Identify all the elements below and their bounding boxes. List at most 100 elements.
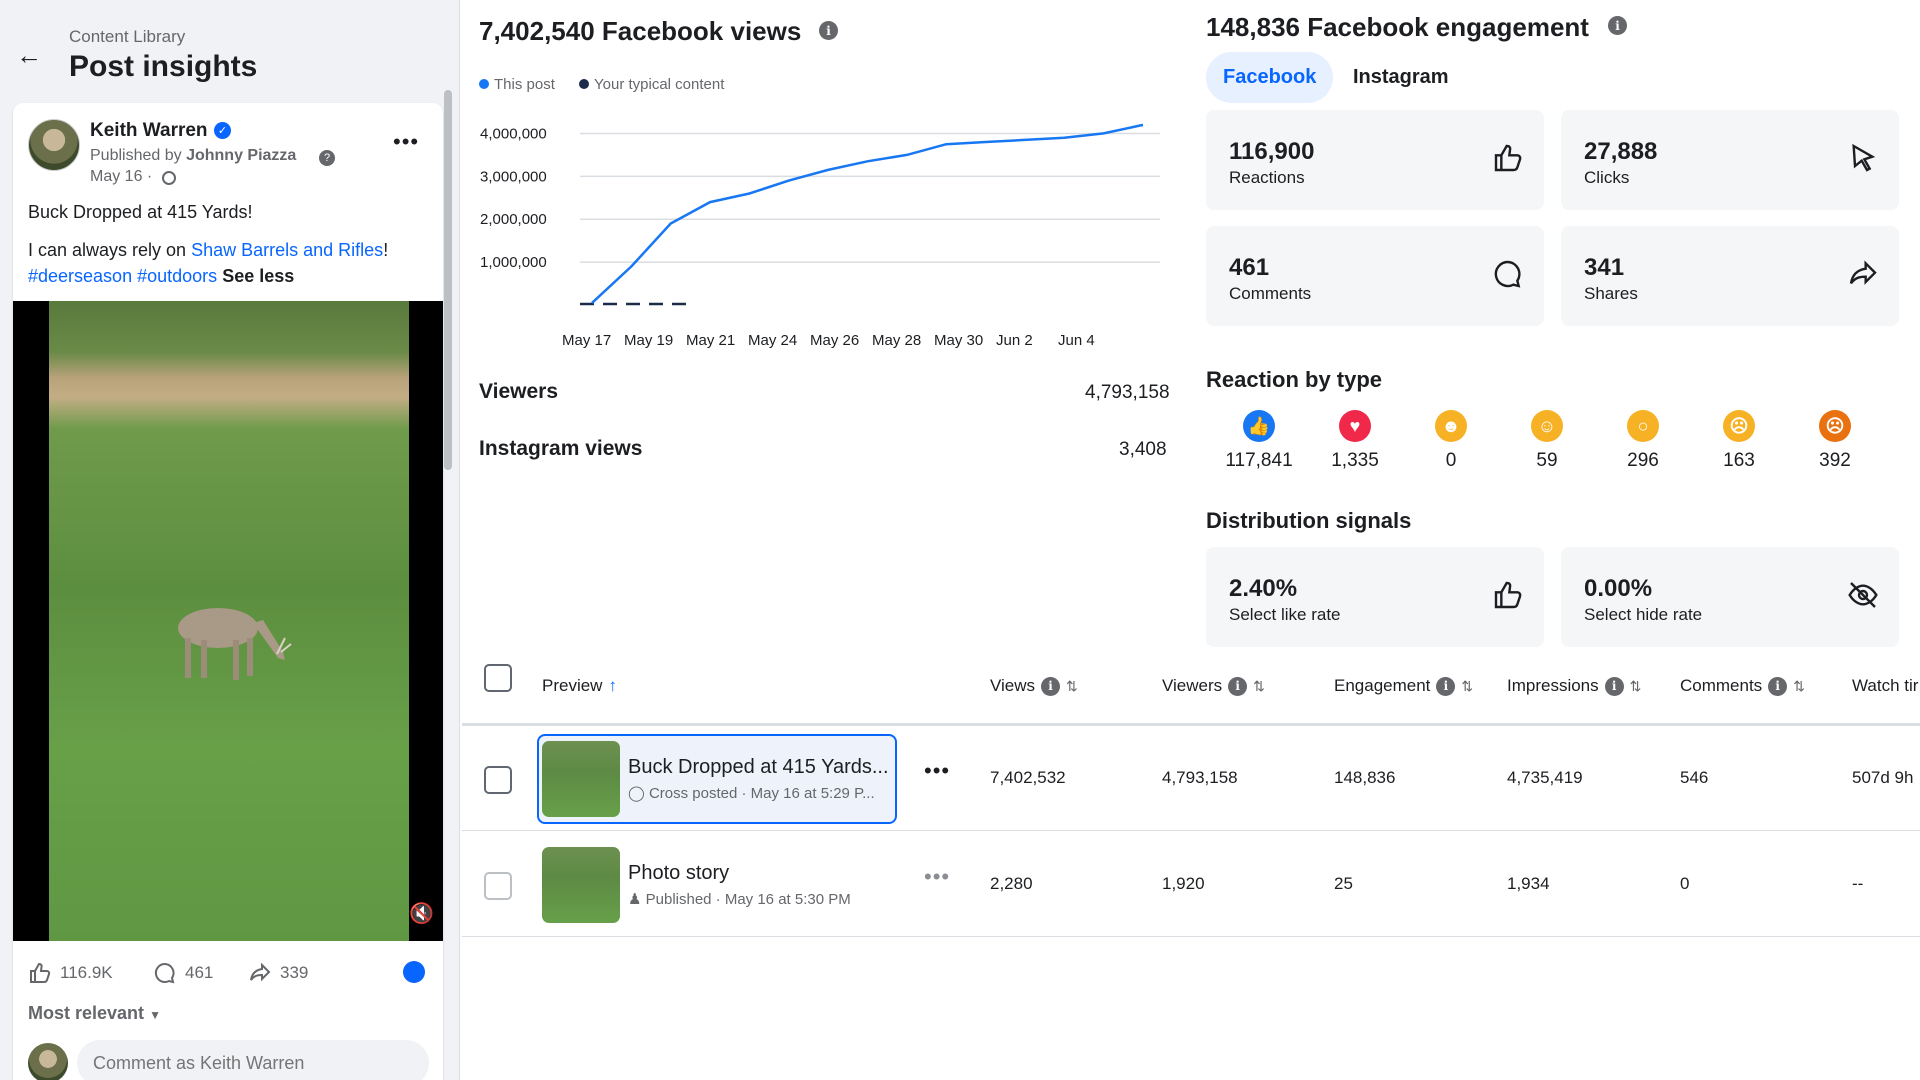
breadcrumb[interactable]: Content Library [69, 27, 185, 47]
hashtag-link[interactable]: #deerseason [28, 266, 132, 286]
post-title[interactable]: Photo story [628, 862, 729, 885]
wow-icon: ○ [1627, 410, 1659, 442]
comment-icon [1494, 260, 1521, 288]
instagram-icon: ◯ [628, 785, 645, 802]
like-action[interactable]: 116.9K [28, 961, 113, 985]
back-arrow-icon[interactable]: ← [16, 40, 42, 71]
chart-grid [580, 132, 1160, 263]
info-icon[interactable]: i [1436, 676, 1456, 696]
sort-icon[interactable]: ⇅ [1793, 678, 1805, 695]
see-less-link[interactable]: See less [222, 266, 294, 286]
distribution-signals-title: Distribution signals [1206, 508, 1412, 533]
cell-views: 7,402,532 [990, 768, 1066, 787]
share-icon [1849, 260, 1877, 285]
tab-instagram[interactable]: Instagram [1353, 66, 1449, 89]
like-icon: 👍 [1243, 410, 1275, 442]
video-thumbnail [542, 741, 620, 817]
info-icon[interactable]: i [819, 21, 838, 40]
post-text-suffix: ! [383, 240, 389, 260]
row-more-icon[interactable]: ••• [924, 864, 950, 890]
sort-icon[interactable]: ⇅ [1630, 678, 1642, 695]
x-tick-label: Jun 2 [996, 332, 1033, 349]
post-stats-bar: 116.9K 461 339 [13, 943, 443, 1001]
brand-link[interactable]: Shaw Barrels and Rifles [191, 240, 383, 260]
more-options-icon[interactable]: ••• [393, 129, 419, 155]
sort-icon[interactable]: ⇅ [1066, 678, 1078, 695]
cell-impressions: 4,735,419 [1507, 768, 1583, 787]
comments-label: Comments [1229, 284, 1312, 303]
col-viewers[interactable]: Viewers i ⇅ [1162, 676, 1265, 696]
legend-dot-icon [479, 79, 489, 89]
col-watch-time[interactable]: Watch tir [1852, 676, 1918, 696]
hashtag-link[interactable]: #outdoors [137, 266, 217, 286]
select-all-checkbox[interactable] [484, 664, 512, 692]
x-tick-label: May 21 [686, 332, 735, 349]
comment-action[interactable]: 461 [153, 961, 213, 985]
reaction-count: 296 [1627, 450, 1659, 471]
post-date[interactable]: May 16 · [90, 168, 152, 186]
info-icon[interactable]: i [1228, 676, 1248, 696]
like-count: 116.9K [60, 963, 113, 982]
info-icon[interactable]: i [1768, 676, 1788, 696]
col-label: Preview [542, 676, 603, 695]
row-more-icon[interactable]: ••• [924, 758, 950, 784]
y-tick-label: 1,000,000 [480, 254, 547, 271]
post-video[interactable]: 🔇 [13, 301, 443, 941]
x-tick-label: May 19 [624, 332, 673, 349]
sort-icon[interactable]: ⇅ [1461, 678, 1473, 695]
haha-icon: ☺ [1531, 410, 1563, 442]
love-icon: ♥ [1339, 410, 1371, 442]
caret-down-icon: ▼ [149, 1008, 161, 1022]
scrollbar[interactable] [444, 90, 452, 470]
comments-card: 461 Comments [1206, 226, 1544, 326]
commenter-avatar [28, 1043, 68, 1080]
sort-icon[interactable]: ⇅ [1253, 678, 1265, 695]
info-icon[interactable]: i [1604, 676, 1624, 696]
reaction-count: 0 [1445, 450, 1457, 471]
share-action[interactable]: 339 [248, 961, 308, 985]
post-text-prefix: I can always rely on [28, 240, 187, 260]
cell-comments: 0 [1680, 874, 1690, 893]
cell-watch-time: 507d 9h [1852, 768, 1914, 787]
post-subtitle-text: Cross posted · May 16 at 5:29 P... [648, 785, 875, 802]
table-row[interactable]: Photo story ♟ Published · May 16 at 5:30… [462, 832, 1920, 937]
mute-icon[interactable]: 🔇 [409, 901, 434, 926]
col-views[interactable]: Views i ⇅ [990, 676, 1078, 696]
row-checkbox[interactable] [484, 766, 512, 794]
col-preview[interactable]: Preview ↑ [542, 676, 617, 696]
col-label: Viewers [1162, 676, 1223, 695]
series-this-post [591, 123, 1144, 304]
post-title[interactable]: Buck Dropped at 415 Yards... [628, 756, 889, 779]
col-comments[interactable]: Comments i ⇅ [1680, 676, 1805, 696]
help-icon[interactable]: ? [319, 150, 335, 166]
reaction-count: 59 [1536, 450, 1558, 471]
info-icon[interactable]: i [1608, 16, 1627, 35]
avatar[interactable] [28, 119, 80, 171]
people-icon: ♟ [628, 891, 642, 908]
y-tick-label: 3,000,000 [480, 168, 547, 185]
publisher-name[interactable]: Johnny Piazza [186, 147, 296, 164]
tab-facebook[interactable]: Facebook [1206, 52, 1334, 103]
col-engagement[interactable]: Engagement i ⇅ [1334, 676, 1473, 696]
like-rate-label: Select like rate [1229, 605, 1341, 624]
viewers-value: 4,793,158 [1085, 382, 1170, 403]
comment-input[interactable] [77, 1040, 429, 1080]
views-title: 7,402,540 Facebook views [479, 16, 802, 46]
photo-thumbnail [542, 847, 620, 923]
post-subtitle: ♟ Published · May 16 at 5:30 PM [628, 890, 851, 908]
cursor-icon [1852, 143, 1876, 172]
shares-card: 341 Shares [1561, 226, 1899, 326]
row-checkbox[interactable] [484, 872, 512, 900]
share-count: 339 [280, 963, 309, 982]
table-header: Preview ↑ Views i ⇅ Viewers i ⇅ Engagement… [462, 648, 1920, 726]
legend-dot-icon [579, 79, 589, 89]
author-name[interactable]: Keith Warren [90, 120, 208, 142]
cell-engagement: 25 [1334, 874, 1353, 893]
table-row[interactable]: Buck Dropped at 415 Yards... ◯ Cross pos… [462, 726, 1920, 831]
reactions-card: 116,900 Reactions [1206, 110, 1544, 210]
thumbs-up-icon [1494, 581, 1522, 609]
info-icon[interactable]: i [1041, 676, 1061, 696]
col-impressions[interactable]: Impressions i ⇅ [1507, 676, 1641, 696]
comment-sort-dropdown[interactable]: Most relevant ▼ [28, 1003, 161, 1024]
cell-views: 2,280 [990, 874, 1033, 893]
